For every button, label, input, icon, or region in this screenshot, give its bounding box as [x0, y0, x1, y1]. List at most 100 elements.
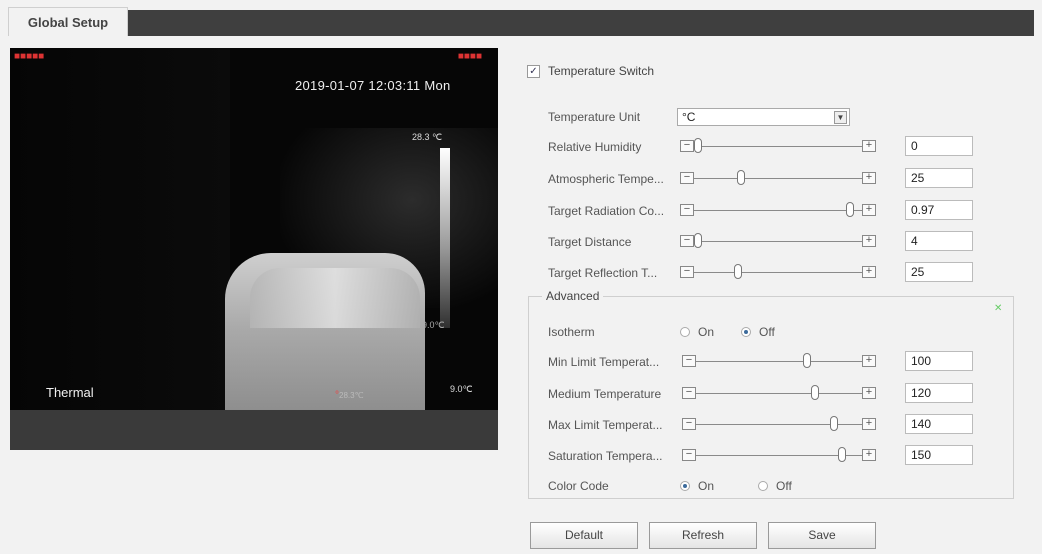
- slider-track[interactable]: [694, 178, 862, 179]
- video-background: [10, 48, 230, 410]
- temperature-scale-bar: [440, 148, 450, 328]
- slider-decrease-icon[interactable]: −: [682, 418, 696, 430]
- slider-track[interactable]: [696, 393, 862, 394]
- temperature-unit-select[interactable]: °C ▼: [677, 108, 850, 126]
- max-limit-temperature-slider[interactable]: − +: [682, 416, 876, 432]
- global-setup-page: Global Setup ■■■■■ ■■■■ 2019-01-07 12:03…: [0, 0, 1042, 554]
- target-distance-input[interactable]: 4: [905, 231, 973, 251]
- atmospheric-temperature-slider[interactable]: − +: [680, 170, 876, 186]
- advanced-title: Advanced: [542, 289, 604, 303]
- video-hot-object-highlight: [250, 268, 420, 328]
- slider-thumb[interactable]: [830, 416, 839, 431]
- isotherm-label: Isotherm: [548, 325, 595, 339]
- color-code-off-radio[interactable]: [758, 481, 768, 491]
- atmospheric-temperature-input[interactable]: 25: [905, 168, 973, 188]
- target-radiation-slider[interactable]: − +: [680, 202, 876, 218]
- relative-humidity-label: Relative Humidity: [548, 140, 642, 154]
- saturation-temperature-label: Saturation Tempera...: [548, 449, 663, 463]
- medium-temperature-slider[interactable]: − +: [682, 385, 876, 401]
- slider-decrease-icon[interactable]: −: [680, 172, 694, 184]
- color-code-on-radio[interactable]: [680, 481, 690, 491]
- slider-track[interactable]: [696, 361, 862, 362]
- isotherm-off-label: Off: [759, 325, 775, 339]
- slider-track[interactable]: [694, 241, 862, 242]
- video-point-temperature: °28.3℃: [335, 390, 364, 401]
- slider-track[interactable]: [694, 210, 862, 211]
- target-radiation-input[interactable]: 0.97: [905, 200, 973, 220]
- video-control-bar: [10, 410, 498, 450]
- slider-decrease-icon[interactable]: −: [680, 266, 694, 278]
- slider-track[interactable]: [694, 272, 862, 273]
- isotherm-on-label: On: [698, 325, 715, 339]
- target-radiation-label: Target Radiation Co...: [548, 204, 665, 218]
- atmospheric-temperature-label: Atmospheric Tempe...: [548, 172, 664, 186]
- point-temperature-value: 28.3℃: [339, 391, 364, 400]
- temperature-switch-checkbox[interactable]: ✓: [527, 65, 540, 78]
- relative-humidity-input[interactable]: 0: [905, 136, 973, 156]
- dropdown-arrow-icon[interactable]: ▼: [834, 111, 847, 124]
- video-overlay-text-right: ■■■■: [457, 51, 482, 62]
- medium-temperature-input[interactable]: 120: [905, 383, 973, 403]
- refresh-button[interactable]: Refresh: [649, 522, 757, 549]
- slider-thumb[interactable]: [737, 170, 746, 185]
- min-limit-temperature-input[interactable]: 100: [905, 351, 973, 371]
- isotherm-on-radio[interactable]: [680, 327, 690, 337]
- slider-increase-icon[interactable]: +: [862, 204, 876, 216]
- slider-decrease-icon[interactable]: −: [680, 204, 694, 216]
- slider-thumb[interactable]: [803, 353, 812, 368]
- slider-decrease-icon[interactable]: −: [682, 387, 696, 399]
- video-timestamp: 2019-01-07 12:03:11 Mon: [295, 78, 451, 93]
- target-reflection-slider[interactable]: − +: [680, 264, 876, 280]
- saturation-temperature-slider[interactable]: − +: [682, 447, 876, 463]
- slider-increase-icon[interactable]: +: [862, 235, 876, 247]
- slider-increase-icon[interactable]: +: [862, 449, 876, 461]
- slider-decrease-icon[interactable]: −: [680, 140, 694, 152]
- slider-thumb[interactable]: [734, 264, 742, 279]
- video-corner-temperature: 9.0℃: [450, 384, 473, 394]
- saturation-temperature-input[interactable]: 150: [905, 445, 973, 465]
- slider-increase-icon[interactable]: +: [862, 140, 876, 152]
- min-limit-temperature-label: Min Limit Temperat...: [548, 355, 660, 369]
- slider-thumb[interactable]: [694, 233, 702, 248]
- slider-track[interactable]: [694, 146, 862, 147]
- thermal-video-preview[interactable]: ■■■■■ ■■■■ 2019-01-07 12:03:11 Mon 28.3 …: [10, 48, 498, 410]
- default-button[interactable]: Default: [530, 522, 638, 549]
- save-button[interactable]: Save: [768, 522, 876, 549]
- slider-thumb[interactable]: [846, 202, 854, 217]
- color-code-off-label: Off: [776, 479, 792, 493]
- max-limit-temperature-label: Max Limit Temperat...: [548, 418, 663, 432]
- target-distance-slider[interactable]: − +: [680, 233, 876, 249]
- video-overlay-text-left: ■■■■■: [14, 51, 45, 62]
- temperature-unit-label: Temperature Unit: [548, 110, 641, 124]
- slider-track[interactable]: [696, 455, 862, 456]
- temperature-scale-min: 9.0℃: [422, 320, 445, 330]
- video-channel-label: Thermal: [46, 385, 94, 400]
- tab-bar: [8, 10, 1034, 36]
- slider-decrease-icon[interactable]: −: [682, 449, 696, 461]
- slider-decrease-icon[interactable]: −: [682, 355, 696, 367]
- tab-global-setup[interactable]: Global Setup: [8, 7, 128, 36]
- temperature-scale-max: 28.3 ℃: [412, 132, 443, 142]
- target-distance-label: Target Distance: [548, 235, 632, 249]
- slider-thumb[interactable]: [694, 138, 702, 153]
- target-reflection-label: Target Reflection T...: [548, 266, 658, 280]
- temperature-switch-label: Temperature Switch: [548, 64, 655, 78]
- collapse-icon[interactable]: ✕: [994, 303, 1002, 314]
- slider-increase-icon[interactable]: +: [862, 266, 876, 278]
- temperature-unit-value: °C: [682, 110, 696, 124]
- color-code-label: Color Code: [548, 479, 609, 493]
- slider-increase-icon[interactable]: +: [862, 418, 876, 430]
- medium-temperature-label: Medium Temperature: [548, 387, 662, 401]
- slider-thumb[interactable]: [811, 385, 820, 400]
- slider-increase-icon[interactable]: +: [862, 387, 876, 399]
- relative-humidity-slider[interactable]: − +: [680, 138, 876, 154]
- slider-thumb[interactable]: [838, 447, 847, 462]
- slider-increase-icon[interactable]: +: [862, 172, 876, 184]
- isotherm-off-radio[interactable]: [741, 327, 751, 337]
- min-limit-temperature-slider[interactable]: − +: [682, 353, 876, 369]
- slider-decrease-icon[interactable]: −: [680, 235, 694, 247]
- color-code-on-label: On: [698, 479, 715, 493]
- max-limit-temperature-input[interactable]: 140: [905, 414, 973, 434]
- slider-increase-icon[interactable]: +: [862, 355, 876, 367]
- target-reflection-input[interactable]: 25: [905, 262, 973, 282]
